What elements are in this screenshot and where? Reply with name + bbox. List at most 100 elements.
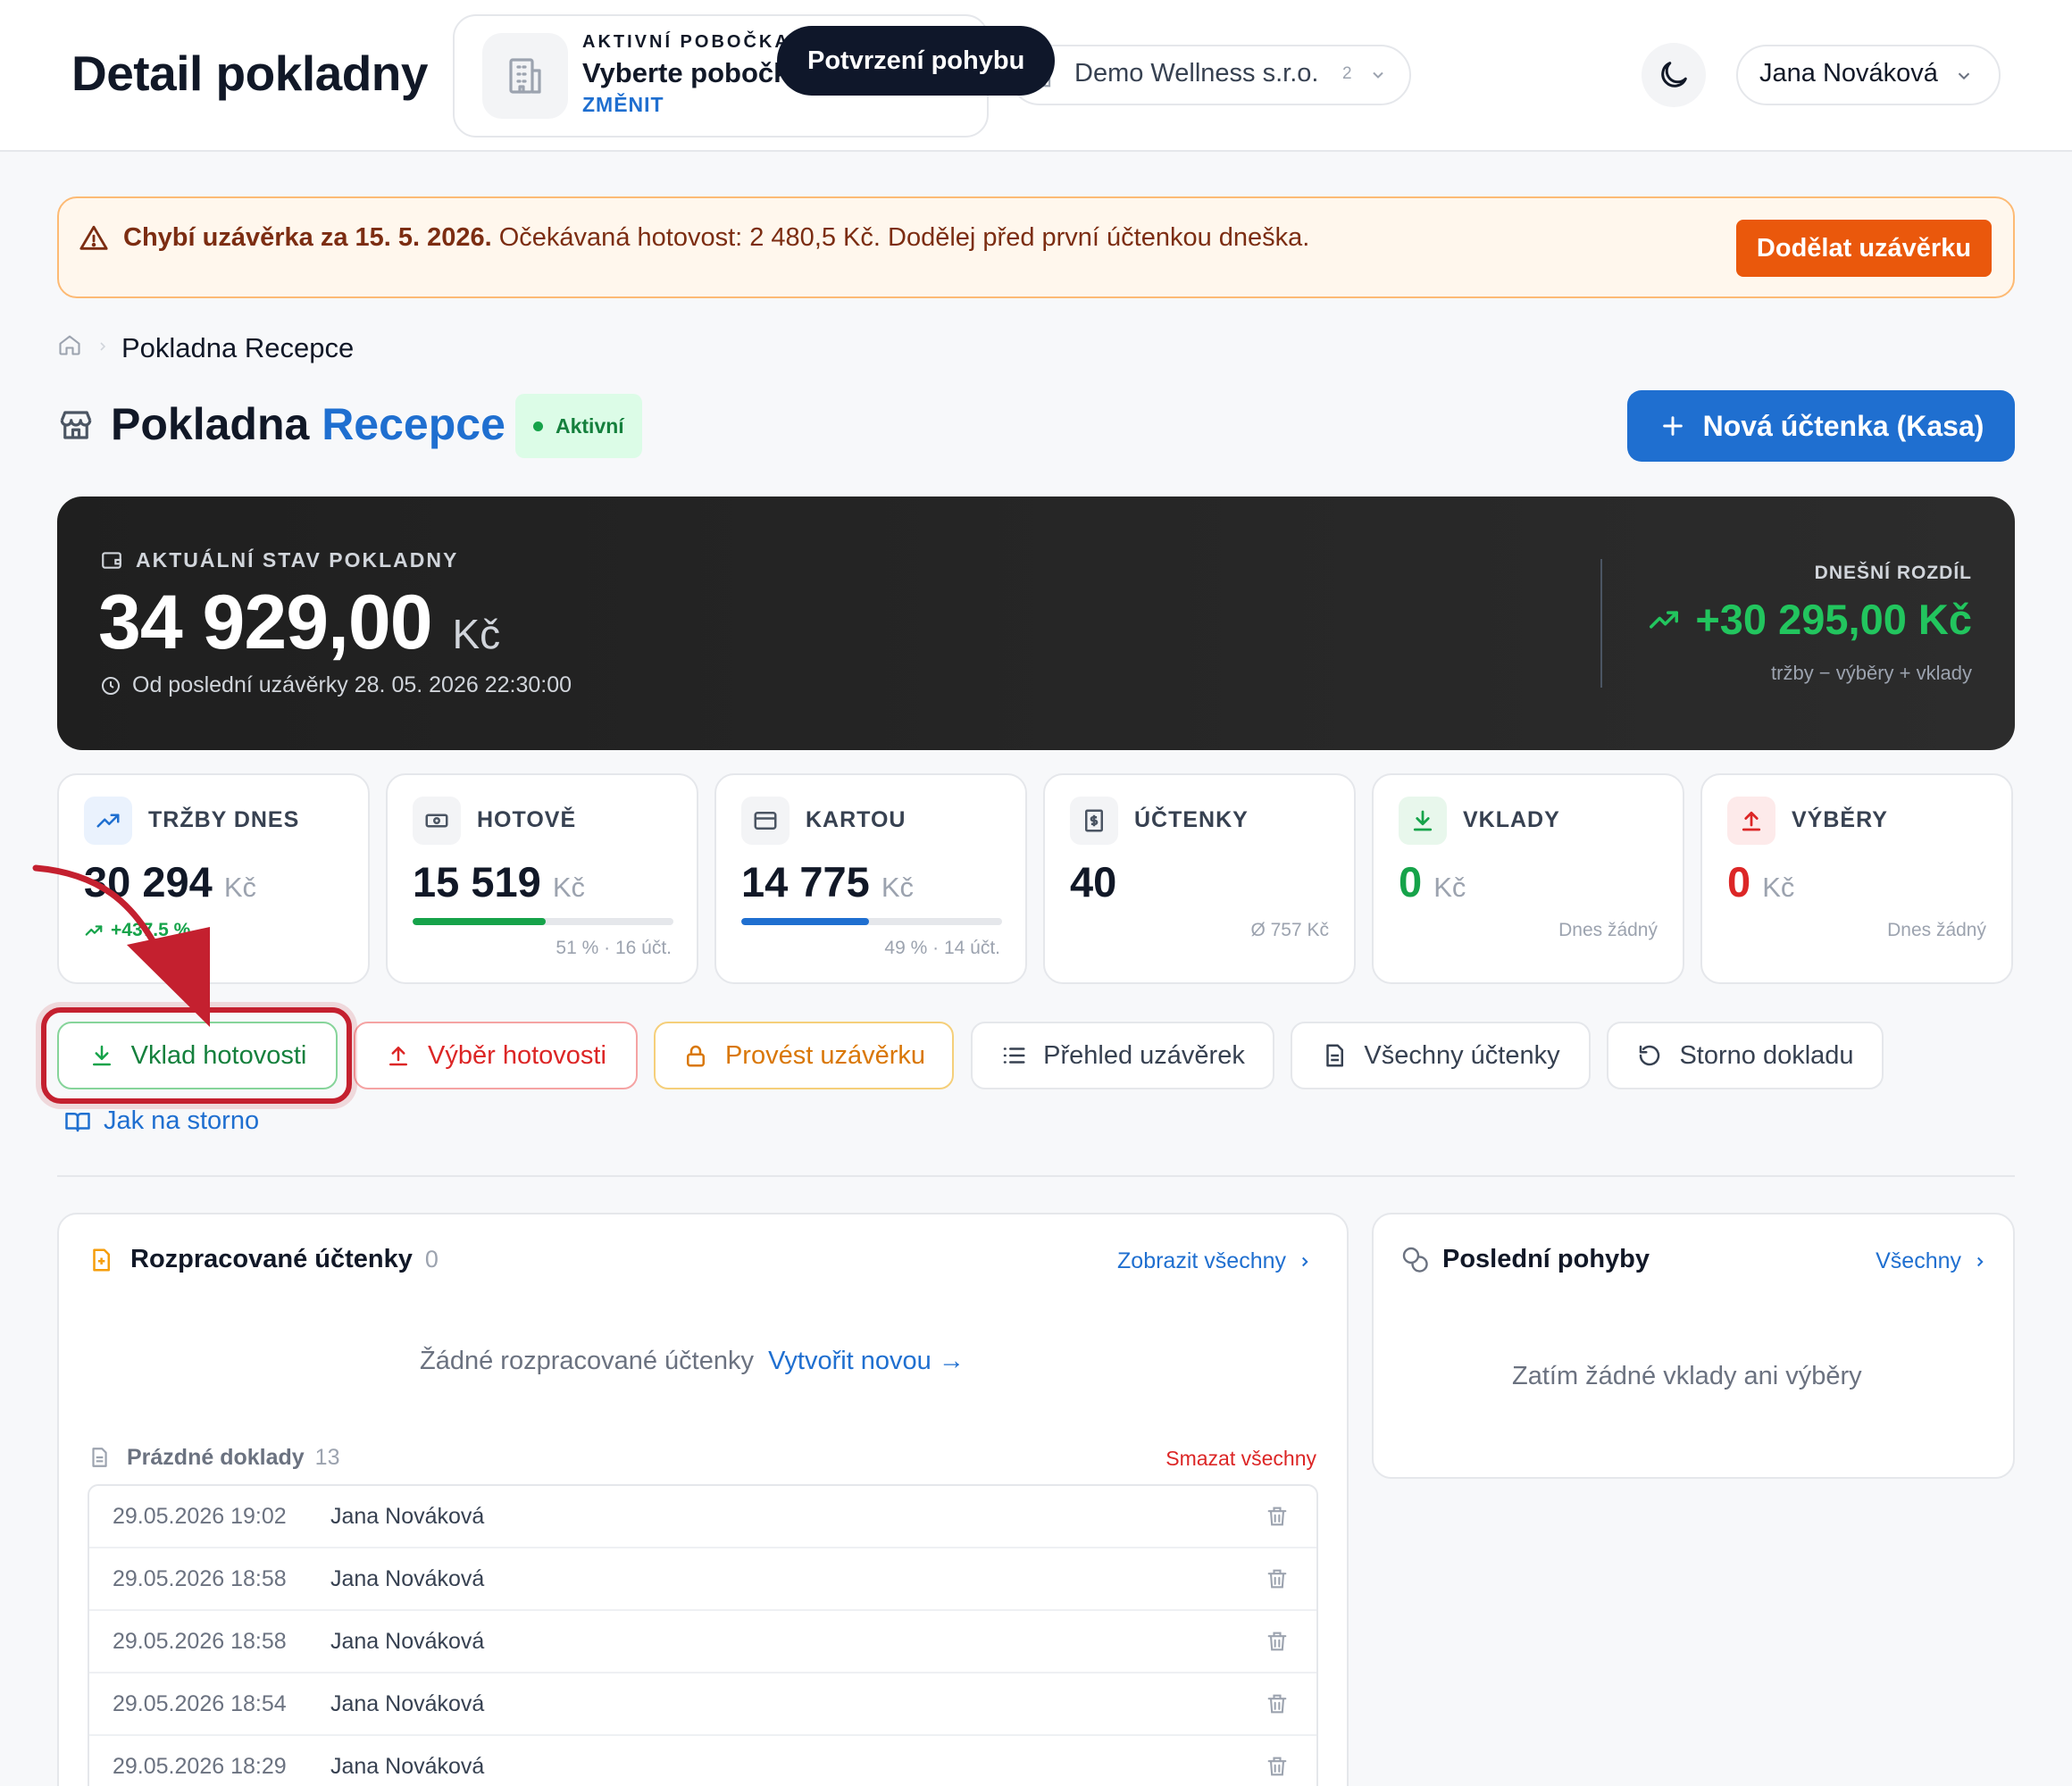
stat-deposits: VKLADY 0 Kč Dnes žádný [1372,773,1684,984]
stat-value: 0 Kč [1727,858,1795,906]
trash-icon[interactable] [1265,1629,1290,1654]
table-row[interactable]: 29.05.2026 19:02 Jana Nováková [89,1486,1316,1548]
warning-icon [79,223,109,254]
credit-card-icon [741,797,790,845]
moon-icon [1656,57,1692,93]
table-row[interactable]: 29.05.2026 18:29 Jana Nováková [89,1736,1316,1786]
organization-count: 2 [1342,64,1352,83]
chevron-right-icon [1297,1254,1313,1270]
divider [1600,559,1602,688]
trash-icon[interactable] [1265,1504,1290,1529]
stat-label: VÝBĚRY [1792,807,1888,832]
stat-sub: Ø 757 Kč [1250,920,1329,940]
building-icon [482,33,568,119]
card-share-fill [741,918,870,925]
upload-icon [1727,797,1775,845]
status-dot [533,421,543,431]
branch-change-link[interactable]: ZMĚNIT [582,93,664,117]
stat-label: ÚČTENKY [1134,807,1249,832]
cash-withdrawal-button[interactable]: Výběr hotovosti [354,1022,638,1089]
file-icon [88,1245,114,1275]
document-icon [88,1445,111,1470]
user-name: Jana Nováková [1759,59,1938,88]
chevron-down-icon [1954,66,1974,86]
show-all-drafts-link[interactable]: Zobrazit všechny [1117,1248,1313,1274]
empty-docs-list: 29.05.2026 19:02 Jana Nováková 29.05.202… [88,1484,1318,1786]
stat-value: 15 519 Kč [413,858,586,906]
stat-sub: 51 % · 16 účt. [556,938,672,958]
alert-text: Chybí uzávěrka za 15. 5. 2026. Očekávaná… [123,223,1310,252]
branch-label: AKTIVNÍ POBOČKA [582,32,790,52]
create-new-link[interactable]: Vytvořit novou → [768,1347,965,1375]
cash-share-fill [413,918,546,925]
all-movements-link[interactable]: Všechny [1876,1248,1988,1274]
chevron-right-icon [1972,1254,1988,1270]
storno-button[interactable]: Storno dokladu [1607,1022,1884,1089]
card-share-bar [741,918,1002,925]
daily-diff-label: DNEŠNÍ ROZDÍL [1814,563,1972,583]
stat-card: KARTOU 14 775 Kč 49 % · 14 účt. [714,773,1027,984]
daily-diff-value: +30 295,00 Kč [1647,595,1972,644]
all-receipts-button[interactable]: Všechny účtenky [1291,1022,1591,1089]
status-badge: Aktivní [515,394,642,458]
book-icon [64,1108,91,1135]
storno-help-link[interactable]: Jak na storno [64,1106,259,1136]
stat-label: KARTOU [806,807,906,832]
trash-icon[interactable] [1265,1754,1290,1779]
stat-label: TRŽBY DNES [148,807,300,832]
closings-overview-button[interactable]: Přehled uzávěrek [971,1022,1274,1089]
delete-all-button[interactable]: Smazat všechny [1166,1447,1316,1471]
stat-cash: HOTOVĚ 15 519 Kč 51 % · 16 účt. [386,773,698,984]
confirm-movement-tooltip: Potvrzení pohybu [777,26,1056,96]
trend-up-icon [1647,603,1681,637]
table-row[interactable]: 29.05.2026 18:58 Jana Nováková [89,1611,1316,1673]
cash-share-bar [413,918,673,925]
drafts-empty-text: Žádné rozpracované účtenky Vytvořit novo… [420,1347,965,1375]
stat-sub: Dnes žádný [1887,920,1986,940]
draft-receipts-title: Rozpracované účtenky 0 [130,1245,439,1273]
finish-closing-button[interactable]: Dodělat uzávěrku [1736,220,1992,277]
stat-receipts: ÚČTENKY 40 Ø 757 Kč [1043,773,1356,984]
home-icon[interactable] [57,332,82,357]
clock-icon [100,675,121,697]
stat-withdrawals: VÝBĚRY 0 Kč Dnes žádný [1700,773,2013,984]
annotation-arrow [32,864,210,1027]
page-title: Pokladna Recepce [111,399,505,449]
table-row[interactable]: 29.05.2026 18:54 Jana Nováková [89,1673,1316,1736]
app-title: Detail pokladny [71,46,428,101]
coins-icon [1400,1245,1429,1273]
stat-label: HOTOVĚ [477,807,577,832]
plus-icon [1658,412,1687,440]
table-row[interactable]: 29.05.2026 18:58 Jana Nováková [89,1548,1316,1611]
balance-since: Od poslední uzávěrky 28. 05. 2026 22:30:… [132,672,572,697]
trend-up-icon [84,797,132,845]
balance-value: 34 929,00 Kč [98,580,501,665]
stat-value: 40 [1070,858,1117,906]
trash-icon[interactable] [1265,1691,1290,1716]
balance-label: AKTUÁLNÍ STAV POKLADNY [136,548,459,572]
section-divider [57,1175,2015,1177]
chevron-right-icon [96,339,110,354]
movements-empty-text: Zatím žádné vklady ani výběry [1512,1362,1862,1390]
list-icon [1000,1042,1027,1069]
last-movements-title: Poslední pohyby [1442,1245,1650,1273]
daily-diff-note: tržby − výběry + vklady [1771,662,1972,684]
empty-docs-title: Prázdné doklady 13 [127,1445,340,1470]
stat-label: VKLADY [1463,807,1560,832]
receipt-icon [1070,797,1118,845]
lock-icon [682,1042,709,1069]
breadcrumb-current: Pokladna Recepce [121,332,355,363]
document-icon [1321,1042,1348,1069]
stat-sub: 49 % · 14 účt. [884,938,1000,958]
trash-icon[interactable] [1265,1566,1290,1591]
download-icon [1399,797,1447,845]
branch-value: Vyberte pobočku [582,57,806,88]
stat-value: 0 Kč [1399,858,1466,906]
banknote-icon [413,797,461,845]
upload-icon [385,1042,412,1069]
new-receipt-button[interactable]: Nová účtenka (Kasa) [1627,390,2015,462]
store-icon [57,406,95,444]
theme-toggle[interactable] [1642,43,1706,107]
perform-closing-button[interactable]: Provést uzávěrku [654,1022,954,1089]
undo-icon [1636,1042,1663,1069]
